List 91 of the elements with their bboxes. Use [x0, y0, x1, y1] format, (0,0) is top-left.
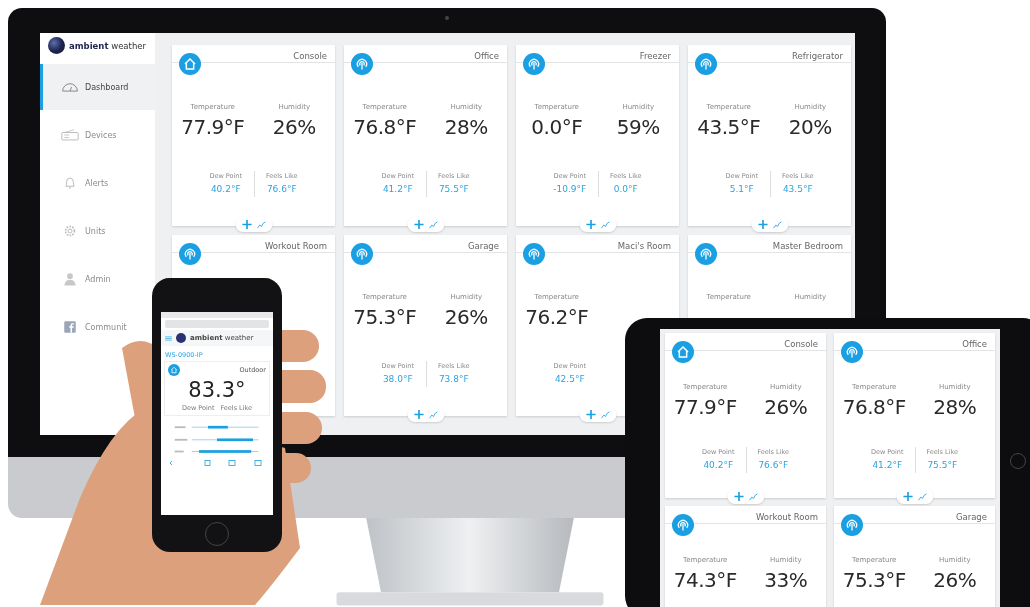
stat-value: 0.0°F	[531, 115, 583, 139]
stat-value: 75.3°F	[353, 305, 417, 329]
plus-icon[interactable]	[757, 219, 768, 230]
plus-icon[interactable]	[902, 491, 913, 502]
globe-logo-icon	[48, 37, 65, 54]
detail-value: 0.0°F	[613, 184, 638, 194]
sidebar-item[interactable]: Communit	[40, 304, 155, 350]
sidebar-item[interactable]: Devices	[40, 112, 155, 158]
stat-value: 77.9°F	[181, 115, 245, 139]
sidebar-item[interactable]: Dashboard	[40, 64, 155, 110]
sidebar-item[interactable]: Admin	[40, 256, 155, 302]
broadcast-icon	[351, 53, 373, 75]
chart-icon[interactable]	[428, 220, 438, 229]
stat-value: 26%	[444, 305, 488, 329]
plus-icon[interactable]	[585, 219, 596, 230]
broadcast-icon	[695, 243, 717, 265]
stat-value: 75.3°F	[842, 568, 906, 592]
chart-icon[interactable]	[917, 492, 927, 501]
card-title: Console	[293, 51, 327, 61]
detail-value: 41.2°F	[872, 460, 903, 470]
card-title: Garage	[467, 241, 499, 251]
facebook-icon	[61, 320, 79, 334]
detail-value: 75.5°F	[927, 460, 958, 470]
chart-icon[interactable]	[600, 220, 610, 229]
user-icon	[61, 272, 79, 286]
plus-icon[interactable]	[413, 219, 424, 230]
plus-icon[interactable]	[733, 491, 744, 502]
card-title: Master Bedroom	[772, 241, 843, 251]
stat-value: 74.3°F	[673, 568, 737, 592]
stat-value: 43.5°F	[697, 115, 761, 139]
stat-value: 76.8°F	[842, 395, 906, 419]
stat-value: 33%	[764, 568, 808, 592]
brand-name: ambient weather	[69, 40, 147, 51]
gauge-icon	[61, 80, 79, 94]
detail-value: 40.2°F	[703, 460, 734, 470]
detail-value: 5.1°F	[729, 184, 754, 194]
broadcast-icon	[841, 341, 863, 363]
detail-value: 75.5°F	[438, 184, 469, 194]
card-title: Refrigerator	[792, 51, 843, 61]
card-title: Workout Room	[755, 512, 818, 522]
card-title: Office	[962, 339, 987, 349]
stat-value: 59%	[616, 115, 660, 139]
menu-icon[interactable]	[165, 335, 172, 341]
detail-value: 42.5°F	[554, 374, 585, 384]
detail-value: 40.2°F	[210, 184, 241, 194]
card-title: Garage	[955, 512, 987, 522]
stat-value: 28%	[933, 395, 977, 419]
temperature-value: 83.3°	[188, 378, 246, 402]
broadcast-icon	[523, 243, 545, 265]
chart-icon[interactable]	[428, 410, 438, 419]
stat-value: 26%	[933, 568, 977, 592]
card-title: Workout Room	[264, 241, 327, 251]
house-icon	[672, 341, 694, 363]
broadcast-icon	[672, 514, 694, 536]
broadcast-icon	[179, 243, 201, 265]
sidebar-item[interactable]: Units	[40, 208, 155, 254]
globe-logo-icon	[176, 333, 186, 343]
chart-icon[interactable]	[748, 492, 758, 501]
detail-value: 76.6°F	[266, 184, 297, 194]
chart-icon[interactable]	[256, 220, 266, 229]
detail-value: 43.5°F	[782, 184, 813, 194]
broadcast-icon	[351, 243, 373, 265]
camera-icon	[445, 16, 449, 20]
chart-icon[interactable]	[600, 410, 610, 419]
stat-value: 28%	[444, 115, 488, 139]
stat-value: 20%	[788, 115, 832, 139]
detail-value: 41.2°F	[382, 184, 413, 194]
detail-value: 73.8°F	[438, 374, 469, 384]
broadcast-icon	[523, 53, 545, 75]
detail-value: 38.0°F	[382, 374, 413, 384]
house-icon	[168, 364, 180, 376]
stat-value: 26%	[272, 115, 316, 139]
plus-icon[interactable]	[413, 409, 424, 420]
broadcast-icon	[695, 53, 717, 75]
chart-icon[interactable]	[772, 220, 782, 229]
card-title: Freezer	[639, 51, 671, 61]
detail-value: 76.6°F	[758, 460, 789, 470]
card-title: Console	[784, 339, 818, 349]
card-title: Maci's Room	[617, 241, 671, 251]
stat-value: 76.2°F	[525, 305, 589, 329]
house-icon	[179, 53, 201, 75]
radio-icon	[61, 128, 79, 142]
plus-icon[interactable]	[241, 219, 252, 230]
broadcast-icon	[841, 514, 863, 536]
plus-icon[interactable]	[585, 409, 596, 420]
sidebar-item[interactable]: Alerts	[40, 160, 155, 206]
detail-value: -10.9°F	[553, 184, 587, 194]
stat-value: 76.8°F	[353, 115, 417, 139]
stat-value: 26%	[764, 395, 808, 419]
card-title: Office	[474, 51, 499, 61]
stat-value: 77.9°F	[673, 395, 737, 419]
